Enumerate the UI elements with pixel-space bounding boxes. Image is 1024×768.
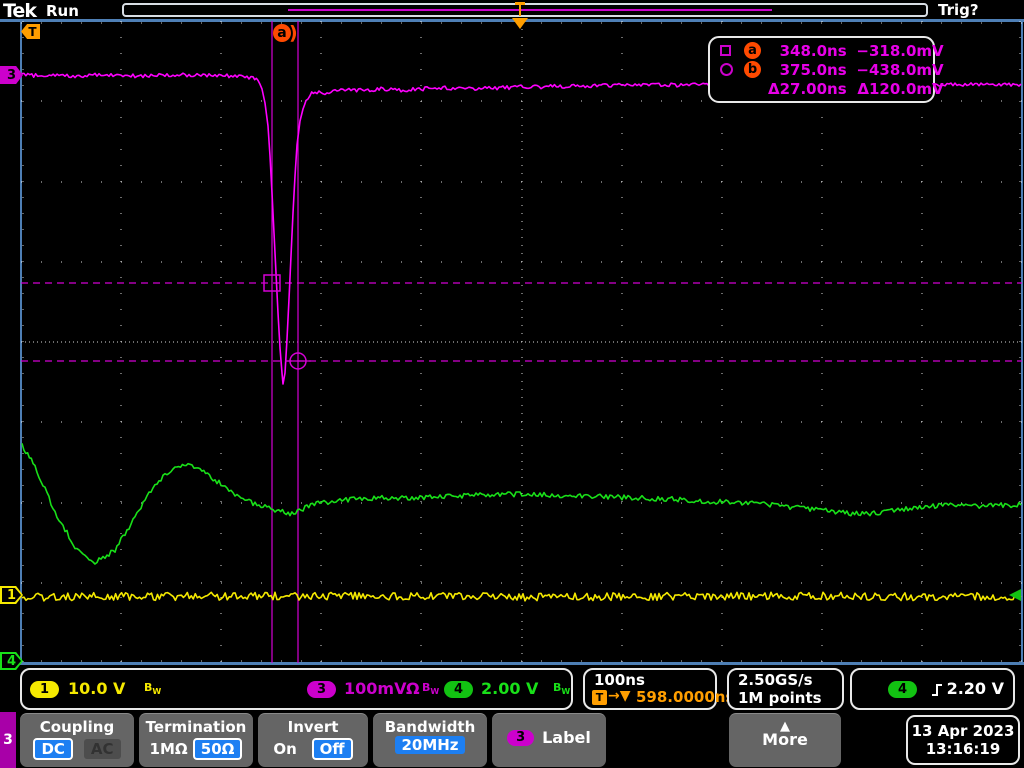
cursor-b-time: 375.0ns bbox=[779, 60, 847, 79]
cursor-b-value: −438.0mV bbox=[856, 60, 944, 79]
datetime-display: 13 Apr 2023 13:16:19 bbox=[906, 715, 1020, 765]
cursor-a-time: 348.0ns bbox=[779, 41, 847, 60]
cursor-a-flag[interactable]: a ) bbox=[273, 22, 298, 44]
termination-options: 1MΩ 50Ω bbox=[139, 736, 253, 767]
acquisition-readout: 2.50GS/s 1M points bbox=[727, 668, 844, 710]
channel-3-scale: 100mV bbox=[344, 679, 407, 698]
coupling-title: Coupling bbox=[39, 718, 115, 736]
label-channel-badge: 3 bbox=[507, 729, 535, 746]
menu-channel-tab[interactable]: 3 bbox=[0, 712, 16, 768]
label-title: Label bbox=[542, 728, 591, 747]
delay-arrow-icon: →▼ bbox=[608, 688, 631, 704]
termination-button[interactable]: Termination 1MΩ 50Ω bbox=[139, 713, 253, 767]
waveform-display[interactable] bbox=[21, 21, 1022, 663]
record-length: 1M points bbox=[738, 689, 822, 707]
label-button[interactable]: 3 Label bbox=[492, 713, 606, 767]
trigger-status: Trig? bbox=[938, 1, 979, 19]
waveform-ch3 bbox=[21, 72, 1022, 385]
bandwidth-button[interactable]: Bandwidth 20MHz bbox=[373, 713, 487, 767]
invert-button[interactable]: Invert On Off bbox=[258, 713, 368, 767]
channel-1-bandwidth-icon: BW bbox=[144, 681, 162, 697]
more-button[interactable]: ▲ More bbox=[729, 713, 841, 767]
waveform-ch1 bbox=[21, 591, 1022, 602]
termination-1m-option[interactable]: 1MΩ bbox=[150, 740, 188, 758]
invert-off-option[interactable]: Off bbox=[311, 737, 353, 760]
trigger-time-marker-icon[interactable] bbox=[512, 18, 528, 29]
channel-4-scale: 2.00 V bbox=[481, 679, 539, 698]
invert-on-option[interactable]: On bbox=[273, 740, 296, 758]
trigger-position-cap bbox=[515, 2, 525, 5]
cursor-a-paren-icon: ) bbox=[289, 22, 298, 44]
channel-3-badge[interactable]: 3 bbox=[307, 681, 336, 698]
date-text: 13 Apr 2023 bbox=[911, 722, 1015, 740]
trigger-source-badge[interactable]: 4 bbox=[888, 681, 917, 698]
channel-4-marker-label: 4 bbox=[6, 653, 17, 669]
oscilloscope-screen: Tek Run Trig? T 3 1 4 a ) a 348.0ns −318… bbox=[0, 0, 1024, 768]
trigger-t-badge: T bbox=[592, 690, 607, 705]
timebase-readout: 100ns T →▼ 598.0000ns bbox=[583, 668, 734, 710]
trigger-readout: 4 2.20 V bbox=[850, 668, 1015, 710]
coupling-options: DC AC bbox=[20, 736, 134, 767]
label-row: 3 Label bbox=[492, 714, 606, 767]
rising-edge-icon bbox=[932, 684, 942, 696]
cursor-readout-panel: a 348.0ns −318.0mV b 375.0ns −438.0mV Δ2… bbox=[708, 36, 944, 103]
channel-1-badge[interactable]: 1 bbox=[30, 681, 59, 698]
cursor-a-label-badge: a bbox=[744, 42, 761, 59]
channel-scale-readout: 1 10.0 V BW 3 100mV Ω BW 4 2.00 V BW bbox=[20, 668, 573, 710]
channel-3-impedance: Ω bbox=[406, 679, 420, 698]
cursor-b-circle-icon bbox=[720, 63, 733, 76]
cursor-delta-value: Δ120.0mV bbox=[857, 79, 944, 98]
cursor-delta-time: Δ27.00ns bbox=[768, 79, 847, 98]
invert-options: On Off bbox=[258, 736, 368, 767]
sample-rate: 2.50GS/s bbox=[738, 671, 813, 689]
channel-1-scale: 10.0 V bbox=[68, 679, 126, 698]
channel-3-marker-label: 3 bbox=[6, 67, 17, 83]
record-view-waveform bbox=[288, 9, 772, 11]
acquisition-status: Run bbox=[46, 2, 79, 20]
channel-4-bandwidth-icon: BW bbox=[553, 681, 571, 697]
bandwidth-value[interactable]: 20MHz bbox=[395, 735, 465, 754]
channel-4-badge[interactable]: 4 bbox=[444, 681, 473, 698]
coupling-ac-option[interactable]: AC bbox=[83, 738, 121, 759]
coupling-dc-option[interactable]: DC bbox=[33, 737, 73, 760]
termination-50-option[interactable]: 50Ω bbox=[192, 737, 243, 760]
channel-1-marker-label: 1 bbox=[6, 587, 17, 603]
trigger-level: 2.20 V bbox=[946, 679, 1004, 698]
bandwidth-title: Bandwidth bbox=[384, 718, 476, 736]
time-text: 13:16:19 bbox=[925, 740, 1001, 758]
coupling-button[interactable]: Coupling DC AC bbox=[20, 713, 134, 767]
termination-title: Termination bbox=[145, 718, 247, 736]
trigger-delay: 598.0000ns bbox=[636, 688, 735, 706]
more-title: More bbox=[762, 730, 808, 749]
cursor-a-square-icon bbox=[720, 45, 731, 56]
cursor-a-value: −318.0mV bbox=[856, 41, 944, 60]
cursor-b-label-badge: b bbox=[744, 61, 761, 78]
channel-3-bandwidth-icon: BW bbox=[422, 681, 440, 697]
bandwidth-value-row: 20MHz bbox=[373, 735, 487, 767]
invert-title: Invert bbox=[287, 718, 339, 736]
record-view-bar[interactable] bbox=[122, 3, 928, 17]
timebase-scale: 100ns bbox=[594, 671, 645, 689]
trigger-level-arrow-icon[interactable] bbox=[1009, 589, 1021, 601]
